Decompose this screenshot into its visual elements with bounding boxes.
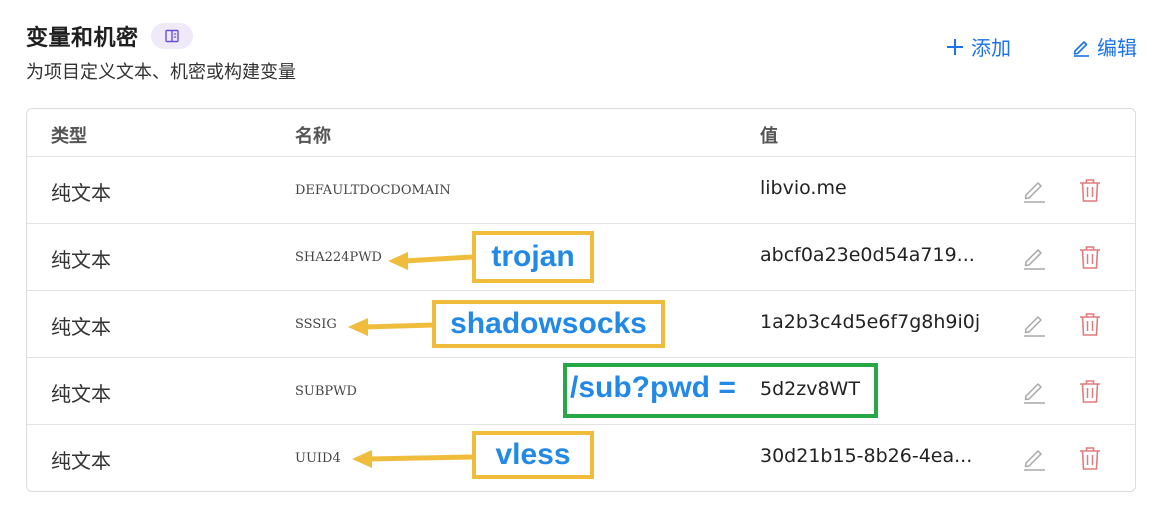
page-title: 变量和机密: [26, 26, 139, 51]
add-button-label: 添加: [971, 36, 1011, 60]
book-icon: [164, 29, 179, 43]
trash-icon: [1080, 246, 1100, 269]
row-edit-button[interactable]: [1021, 311, 1047, 341]
row-value: libvio.me: [760, 177, 847, 199]
trash-icon: [1080, 380, 1100, 403]
header-actions: 添加 编辑: [945, 32, 1137, 61]
row-name: SHA224PWD: [295, 250, 382, 265]
callout-vless: vless: [472, 431, 594, 479]
row-edit-button[interactable]: [1021, 177, 1047, 207]
row-edit-button[interactable]: [1021, 244, 1047, 274]
row-delete-button[interactable]: [1077, 445, 1103, 475]
row-type: 纯文本: [51, 248, 111, 272]
row-edit-button[interactable]: [1021, 378, 1047, 408]
row-edit-button[interactable]: [1021, 445, 1047, 475]
row-delete-button[interactable]: [1077, 244, 1103, 274]
row-value: 30d21b15-8b26-4ea...: [760, 445, 973, 467]
pencil-icon: [1024, 383, 1045, 404]
callout-shadowsocks: shadowsocks: [432, 300, 665, 348]
edit-button-label: 编辑: [1097, 36, 1137, 60]
page-subtitle: 为项目定义文本、机密或构建变量: [26, 62, 296, 83]
row-type: 纯文本: [51, 315, 111, 339]
column-header-type: 类型: [51, 126, 87, 147]
trash-icon: [1080, 447, 1100, 470]
row-name: DEFAULTDOCDOMAIN: [295, 183, 451, 198]
row-type: 纯文本: [51, 181, 111, 205]
row-type: 纯文本: [51, 449, 111, 473]
trash-icon: [1080, 313, 1100, 336]
row-delete-button[interactable]: [1077, 177, 1103, 207]
plus-icon: [947, 38, 963, 55]
pencil-icon: [1073, 40, 1089, 57]
column-header-value: 值: [760, 126, 778, 147]
pencil-icon: [1024, 249, 1045, 270]
row-type: 纯文本: [51, 382, 111, 406]
trash-icon: [1080, 179, 1100, 202]
row-delete-button[interactable]: [1077, 378, 1103, 408]
callout-trojan: trojan: [472, 231, 594, 283]
row-name: SSSIG: [295, 317, 337, 332]
table-row: 纯文本 DEFAULTDOCDOMAIN libvio.me: [27, 157, 1135, 224]
row-name: UUID4: [295, 451, 341, 466]
pencil-icon: [1024, 182, 1045, 203]
pencil-icon: [1024, 316, 1045, 337]
pencil-icon: [1024, 450, 1045, 471]
row-value: abcf0a23e0d54a719...: [760, 244, 975, 266]
row-delete-button[interactable]: [1077, 311, 1103, 341]
callout-subpwd-label: /sub?pwd =: [570, 371, 736, 404]
column-header-name: 名称: [295, 126, 331, 147]
row-value: 1a2b3c4d5e6f7g8h9i0j: [760, 311, 981, 333]
row-name: SUBPWD: [295, 384, 357, 399]
edit-button[interactable]: 编辑: [1071, 32, 1137, 61]
table-header: 类型 名称 值: [27, 109, 1135, 157]
add-button[interactable]: 添加: [945, 32, 1011, 61]
docs-badge[interactable]: [150, 23, 193, 49]
